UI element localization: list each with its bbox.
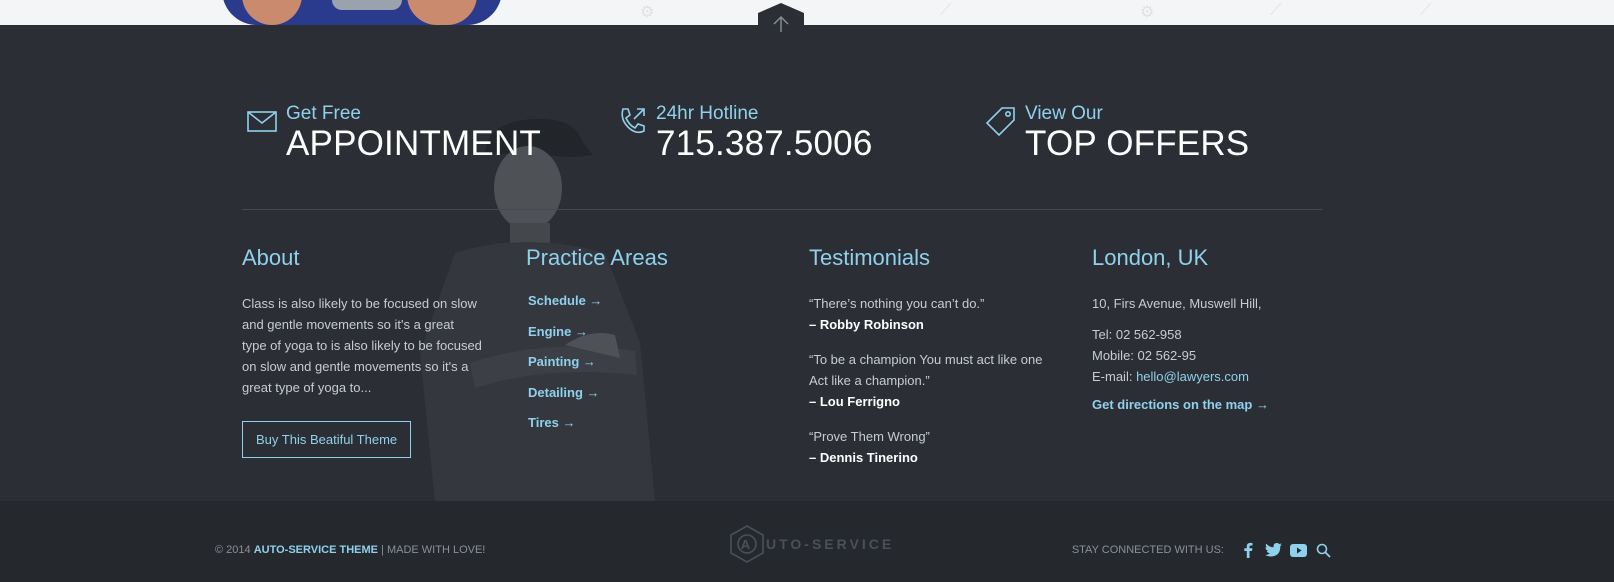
arrow-up-icon bbox=[773, 16, 789, 32]
email-link[interactable]: hello@lawyers.com bbox=[1136, 369, 1249, 384]
practice-list: Schedule → Engine → Painting → Detailing… bbox=[528, 293, 746, 446]
stay-connected-label: STAY CONNECTED WITH US: bbox=[1071, 544, 1224, 556]
buy-theme-button[interactable]: Buy This Beatiful Theme bbox=[242, 421, 412, 458]
address-line: 10, Firs Avenue, Muswell Hill, bbox=[1092, 296, 1262, 311]
logo-letter: A bbox=[741, 537, 753, 552]
about-heading: About bbox=[242, 245, 300, 270]
testimonial-quote: “To be a champion You must act like one … bbox=[809, 352, 1043, 388]
facebook-icon[interactable] bbox=[1239, 541, 1257, 559]
offers-small-label: View Our bbox=[1025, 103, 1103, 124]
mechanic-photo-top bbox=[222, 0, 502, 25]
hotline-small-label: 24hr Hotline bbox=[656, 103, 759, 124]
twitter-icon[interactable] bbox=[1264, 541, 1282, 559]
envelope-icon bbox=[247, 111, 277, 132]
bottom-bar: © 2014 AUTO-SERVICE THEME | MADE WITH LO… bbox=[0, 501, 1614, 582]
pliers-icon: ⟋ bbox=[1270, 2, 1282, 19]
copyright-prefix: © 2014 bbox=[215, 544, 254, 556]
hotline-cta[interactable]: 24hr Hotline 715.387.5006 bbox=[616, 103, 873, 163]
telephone: Tel: 02 562-958 bbox=[1092, 327, 1182, 342]
directions-link[interactable]: Get directions on the map → bbox=[1092, 397, 1332, 412]
logo-text: UTO-SERVICE bbox=[766, 536, 895, 552]
offers-big-label: TOP OFFERS bbox=[1025, 124, 1250, 163]
testimonial-item: “Prove Them Wrong” – Dennis Tinerino bbox=[809, 426, 1049, 468]
practice-areas-column: Practice Areas Schedule → Engine → Paint… bbox=[526, 245, 746, 446]
header-strip: ⚙ ⟋ ⚙ ⟋ ⟋ bbox=[0, 0, 1614, 25]
practice-link-engine[interactable]: Engine → bbox=[528, 324, 746, 355]
gear-icon: ⚙ bbox=[1140, 4, 1155, 21]
site-logo[interactable]: A UTO-SERVICE bbox=[728, 524, 894, 564]
social-links: STAY CONNECTED WITH US: bbox=[1072, 541, 1332, 559]
about-column: About Class is also likely to be focused… bbox=[242, 245, 482, 458]
hotline-number: 715.387.5006 bbox=[656, 124, 873, 163]
testimonial-item: “There’s nothing you can’t do.” – Robby … bbox=[809, 293, 1049, 335]
copyright: © 2014 AUTO-SERVICE THEME | MADE WITH LO… bbox=[215, 544, 485, 556]
email-line: E-mail: hello@lawyers.com bbox=[1092, 366, 1332, 387]
copyright-suffix: | MADE WITH LOVE! bbox=[377, 544, 486, 556]
appointment-small-label: Get Free bbox=[286, 103, 361, 124]
email-label: E-mail: bbox=[1092, 369, 1137, 384]
testimonial-author: – Robby Robinson bbox=[809, 317, 924, 332]
wrench-icon: ⟋ bbox=[940, 2, 952, 19]
practice-heading: Practice Areas bbox=[526, 245, 668, 270]
about-text: Class is also likely to be focused on sl… bbox=[242, 296, 482, 395]
tag-icon bbox=[985, 107, 1015, 137]
screwdriver-icon: ⟋ bbox=[1420, 2, 1432, 19]
contact-column: London, UK 10, Firs Avenue, Muswell Hill… bbox=[1092, 245, 1332, 412]
testimonial-author: – Lou Ferrigno bbox=[809, 394, 900, 409]
phone-icon bbox=[621, 108, 645, 134]
testimonial-quote: “Prove Them Wrong” bbox=[809, 429, 930, 444]
hexagon-logo-icon: A bbox=[730, 525, 764, 563]
search-icon[interactable] bbox=[1314, 541, 1332, 559]
mobile: Mobile: 02 562-95 bbox=[1092, 348, 1197, 363]
offers-cta[interactable]: View Our TOP OFFERS bbox=[985, 103, 1249, 163]
appointment-big-label: APPOINTMENT bbox=[286, 124, 541, 163]
practice-link-painting[interactable]: Painting → bbox=[528, 354, 746, 385]
gear-icon: ⚙ bbox=[640, 4, 655, 21]
location-heading: London, UK bbox=[1092, 245, 1209, 270]
youtube-icon[interactable] bbox=[1289, 541, 1307, 559]
appointment-cta[interactable]: Get Free APPOINTMENT bbox=[246, 103, 541, 163]
practice-link-tires[interactable]: Tires → bbox=[528, 415, 746, 446]
testimonial-author: – Dennis Tinerino bbox=[809, 450, 918, 465]
testimonial-item: “To be a champion You must act like one … bbox=[809, 349, 1049, 412]
brand-link[interactable]: AUTO-SERVICE THEME bbox=[254, 544, 378, 556]
testimonials-column: Testimonials “There’s nothing you can’t … bbox=[809, 245, 1049, 482]
testimonial-quote: “There’s nothing you can’t do.” bbox=[809, 296, 985, 311]
footer-main: Get Free APPOINTMENT 24hr Hotline 715.38… bbox=[0, 25, 1614, 501]
testimonials-heading: Testimonials bbox=[809, 245, 931, 270]
practice-link-schedule[interactable]: Schedule → bbox=[528, 293, 746, 324]
divider bbox=[242, 209, 1322, 210]
practice-link-detailing[interactable]: Detailing → bbox=[528, 385, 746, 416]
